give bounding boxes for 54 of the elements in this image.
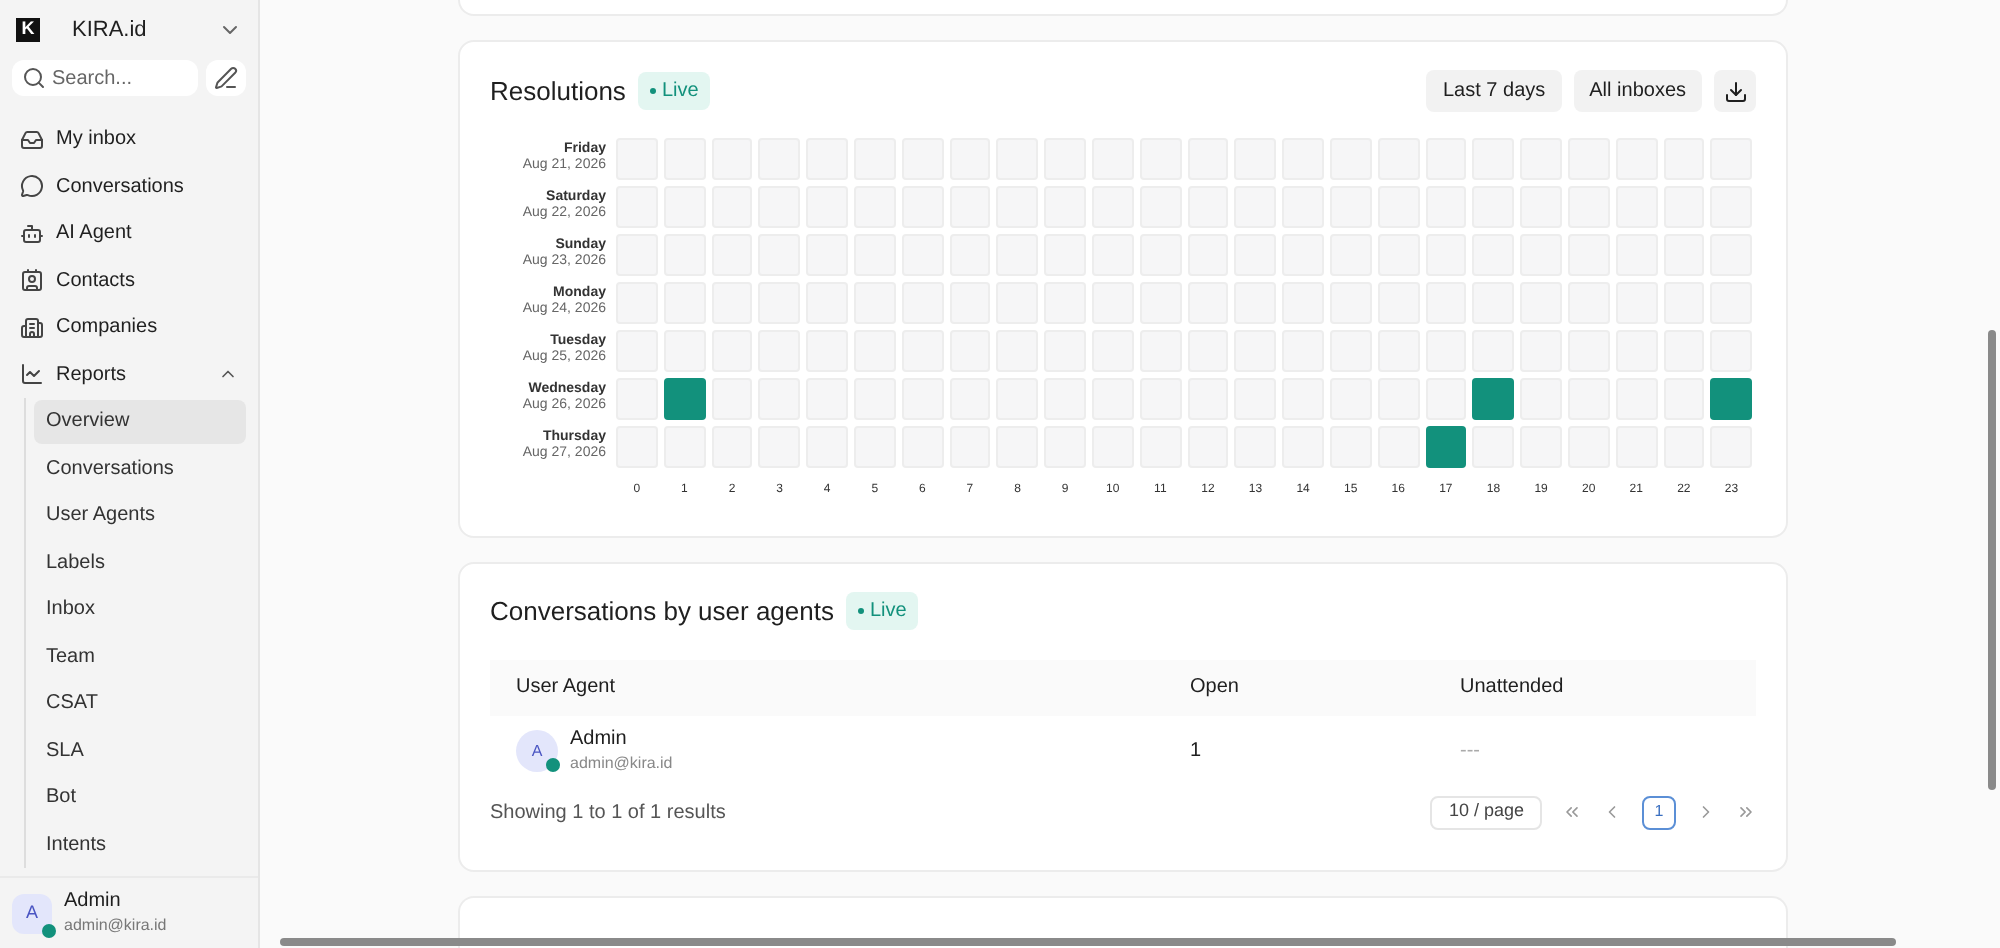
subnav-item[interactable]: Overview <box>34 400 246 443</box>
results-summary: Showing 1 to 1 of 1 results <box>490 799 726 827</box>
robot-icon <box>20 221 44 246</box>
compose-button[interactable] <box>206 60 246 96</box>
workspace-logo: K <box>16 18 40 42</box>
pencil-icon <box>214 66 238 90</box>
download-button[interactable] <box>1714 70 1756 112</box>
nav-item[interactable]: Reports <box>12 351 246 398</box>
card-title: Conversations by user agents <box>490 594 834 630</box>
subnav-item[interactable]: Team <box>34 635 246 678</box>
filter-button[interactable]: Last 7 days <box>1426 70 1562 112</box>
subnav-item[interactable]: Conversations <box>34 447 246 490</box>
nav-item[interactable]: My inbox <box>12 116 246 163</box>
building-icon <box>20 315 44 340</box>
nav-item[interactable]: Contacts <box>12 257 246 304</box>
table-cell-text: --- <box>1460 738 1482 766</box>
horizontal-scrollbar[interactable] <box>280 938 1896 946</box>
column-header: User Agent <box>516 674 617 702</box>
download-icon <box>1723 79 1747 103</box>
subnav-item[interactable]: Bot <box>34 776 246 819</box>
subnav-item[interactable]: SLA <box>34 729 246 772</box>
contact-icon <box>20 268 44 293</box>
page-size-select[interactable]: 10 / page <box>1430 795 1542 829</box>
subnav-item[interactable]: User Agents <box>34 494 246 537</box>
nav-item[interactable]: AI Agent <box>12 210 246 257</box>
agent-name: Admin <box>570 728 629 754</box>
chart-icon <box>20 362 44 387</box>
agent-email: admin@kira.id <box>570 753 673 774</box>
user-email: admin@kira.id <box>64 915 167 936</box>
nav-item[interactable]: Companies <box>12 304 246 351</box>
agent-avatar: A <box>516 730 558 772</box>
user-avatar: A <box>12 893 52 933</box>
inbox-icon <box>20 127 44 152</box>
page-button[interactable]: 1 <box>1642 795 1676 829</box>
last-page-icon[interactable] <box>1736 802 1756 822</box>
user-name: Admin <box>64 890 123 916</box>
column-header: Open <box>1190 674 1241 702</box>
table-cell-text: 1 <box>1190 738 1204 766</box>
workspace-name[interactable]: KIRA.id <box>72 13 202 47</box>
subnav-item[interactable]: Intents <box>34 823 246 866</box>
subnav-item[interactable]: Labels <box>34 541 246 584</box>
subnav-item[interactable]: Inbox <box>34 588 246 631</box>
chat-icon <box>20 174 44 199</box>
live-badge: Live <box>845 592 919 631</box>
card-title: Resolutions <box>490 73 626 110</box>
filter-button[interactable]: All inboxes <box>1573 70 1702 112</box>
live-badge: Live <box>637 72 711 110</box>
search-field[interactable]: Search... <box>12 60 198 96</box>
first-page-icon[interactable] <box>1562 802 1582 822</box>
nav-item[interactable]: Conversations <box>12 163 246 210</box>
search-icon <box>22 66 46 90</box>
column-header: Unattended <box>1460 674 1566 702</box>
vertical-scrollbar[interactable] <box>1988 330 1996 790</box>
subnav-item[interactable]: CSAT <box>34 682 246 725</box>
